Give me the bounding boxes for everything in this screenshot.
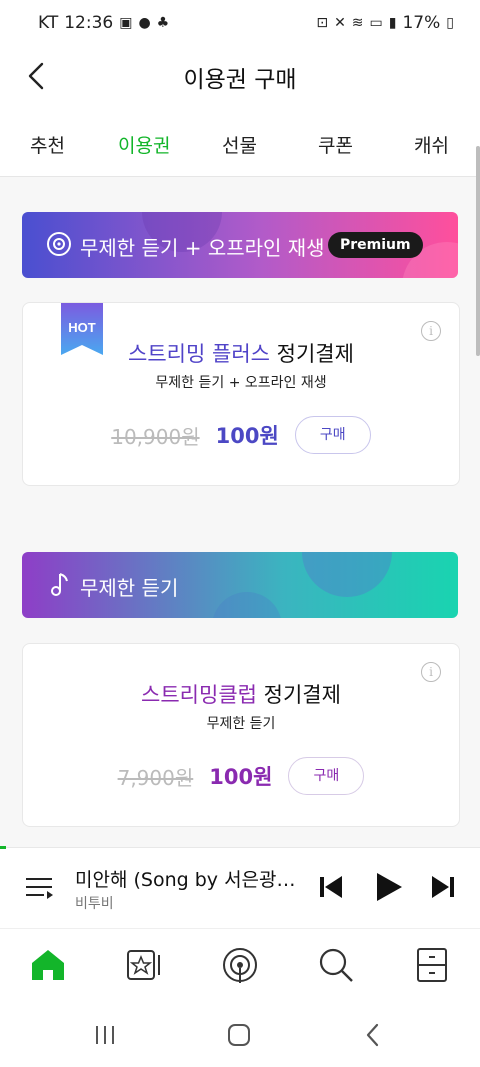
premium-badge: Premium <box>328 232 423 258</box>
product-plan: 정기결제 <box>276 342 354 366</box>
search-icon[interactable] <box>316 945 356 985</box>
banner-text: 무제한 듣기 + 오프라인 재생 <box>80 236 325 260</box>
mute-icon: ✕ <box>334 14 346 31</box>
sale-price: 100원 <box>209 765 273 789</box>
image-notification-icon: ▣ <box>119 14 133 31</box>
lock-icon: ⊡ <box>316 14 329 31</box>
product-description: 무제한 듣기 + 오프라인 재생 <box>155 375 327 391</box>
artist-name: 비투비 <box>75 896 114 912</box>
hot-label: HOT <box>68 320 96 335</box>
back-nav-icon[interactable] <box>358 1020 388 1050</box>
original-price: 7,900원 <box>117 765 194 790</box>
system-nav-bar <box>0 1000 480 1067</box>
music-note-icon <box>51 573 68 596</box>
playback-progress <box>0 846 6 849</box>
battery-icon: ▯ <box>446 14 454 31</box>
premium-banner: 무제한 듣기 + 오프라인 재생 Premium <box>22 212 458 278</box>
tab-pass[interactable]: 이용권 <box>118 131 170 158</box>
buy-button[interactable]: 구매 <box>288 757 365 795</box>
tab-coupon[interactable]: 쿠폰 <box>318 131 353 158</box>
recent-apps-icon[interactable] <box>90 1020 120 1050</box>
product-card-streaming-plus: HOT i 스트리밍 플러스 정기결제 무제한 듣기 + 오프라인 재생 10,… <box>22 302 460 486</box>
price-row: 7,900원 100원 구매 <box>23 757 459 795</box>
pass-list[interactable]: 무제한 듣기 + 오프라인 재생 Premium HOT i 스트리밍 플러스 … <box>0 177 480 847</box>
product-title: 스트리밍 플러스 정기결제 <box>23 338 459 368</box>
product-title: 스트리밍클럽 정기결제 <box>23 679 459 709</box>
mini-player[interactable]: 미안해 (Song by 서은광,... 비투비 <box>0 846 480 928</box>
price-row: 10,900원 100원 구매 <box>23 416 459 454</box>
next-track-icon[interactable] <box>430 872 456 902</box>
playlist-icon[interactable] <box>24 874 54 902</box>
product-name: 스트리밍 플러스 <box>128 342 270 366</box>
page-title: 이용권 구매 <box>183 67 297 93</box>
app-notification-icon: ♣ <box>156 14 170 31</box>
original-price: 10,900원 <box>111 424 200 449</box>
tab-bar: 추천 이용권 선물 쿠폰 캐쉬 <box>0 106 480 177</box>
app-header: 이용권 구매 <box>0 46 480 106</box>
tab-cash[interactable]: 캐쉬 <box>414 131 449 158</box>
sale-price: 100원 <box>215 424 279 448</box>
song-title[interactable]: 미안해 (Song by 서은광,... <box>75 865 300 892</box>
home-button-icon[interactable] <box>224 1020 254 1050</box>
product-description: 무제한 듣기 <box>206 716 276 732</box>
banner-text: 무제한 듣기 <box>80 576 179 600</box>
home-icon[interactable] <box>28 945 68 985</box>
chat-notification-icon: ● <box>138 14 151 31</box>
tab-recommend[interactable]: 추천 <box>30 131 65 158</box>
product-name: 스트리밍클럽 <box>141 683 257 707</box>
buy-button[interactable]: 구매 <box>294 416 371 454</box>
cd-icon <box>47 232 71 256</box>
podcast-icon[interactable] <box>220 945 260 985</box>
wifi-icon: ≋ <box>351 14 364 31</box>
bottom-nav <box>0 928 480 1001</box>
scrollbar[interactable] <box>476 146 480 356</box>
previous-track-icon[interactable] <box>318 872 344 902</box>
library-icon[interactable] <box>124 945 164 985</box>
clock: 12:36 <box>64 13 114 33</box>
battery-percent: 17% <box>402 13 441 33</box>
hd-icon: ▭ <box>369 14 383 31</box>
product-plan: 정기결제 <box>263 683 341 707</box>
locker-icon[interactable] <box>412 945 452 985</box>
signal-icon: ▮ <box>388 14 397 31</box>
status-bar: KT 12:36 ▣ ● ♣ ⊡ ✕ ≋ ▭ ▮ 17% ▯ <box>0 0 480 46</box>
play-icon[interactable] <box>372 872 404 902</box>
tab-gift[interactable]: 선물 <box>222 131 257 158</box>
product-card-streaming-club: i 스트리밍클럽 정기결제 무제한 듣기 7,900원 100원 구매 <box>22 643 460 827</box>
carrier-label: KT <box>38 13 59 33</box>
unlimited-banner: 무제한 듣기 <box>22 552 458 618</box>
